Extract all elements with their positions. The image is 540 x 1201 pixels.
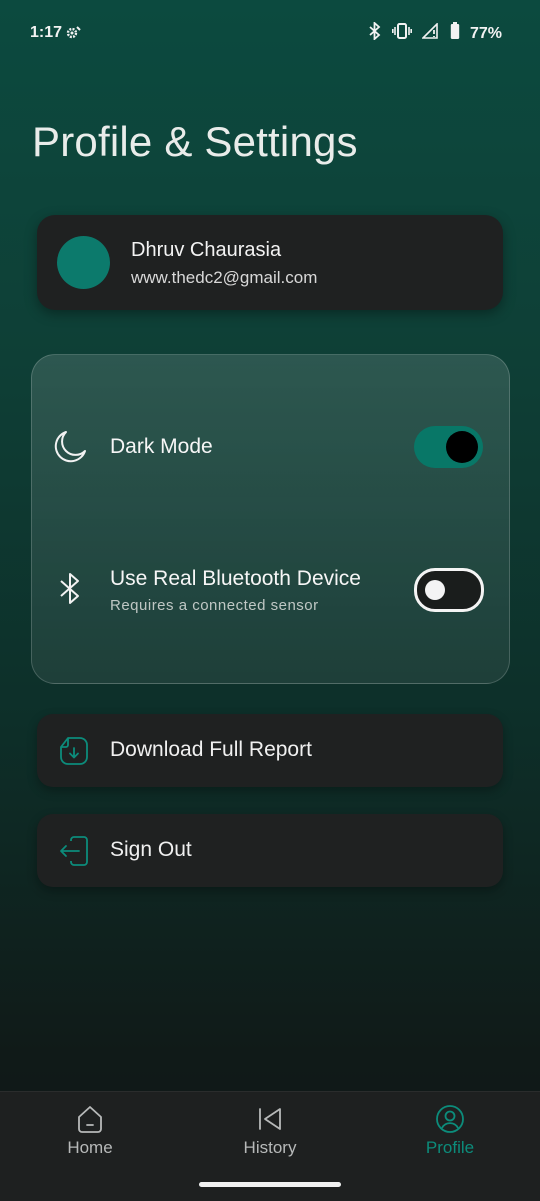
bluetooth-icon [58, 571, 82, 612]
toggle-knob [425, 580, 445, 600]
battery-percent: 77% [469, 24, 502, 42]
download-file-icon [59, 736, 89, 771]
home-icon [75, 1104, 105, 1139]
profile-card[interactable]: Dhruv Chaurasia www.thedc2@gmail.com [37, 215, 503, 310]
nav-history-label: History [243, 1138, 297, 1157]
signal-icon [421, 22, 440, 44]
bluetooth-device-toggle[interactable] [414, 568, 484, 612]
bluetooth-device-subtitle: Requires a connected sensor [110, 597, 319, 614]
avatar [57, 236, 110, 289]
status-icons: 77% [368, 20, 502, 45]
home-indicator[interactable] [199, 1182, 341, 1187]
download-report-label: Download Full Report [110, 738, 312, 761]
toggle-knob [446, 431, 478, 463]
nav-history[interactable]: History [180, 1092, 360, 1172]
vibrate-icon [391, 23, 412, 44]
moon-icon [52, 429, 88, 470]
battery-icon [450, 22, 460, 45]
sign-out-button[interactable]: Sign Out [37, 814, 503, 887]
dark-mode-toggle[interactable] [414, 426, 483, 468]
nav-home-label: Home [67, 1138, 113, 1157]
settings-gear-icon [65, 26, 81, 45]
nav-profile[interactable]: Profile [360, 1092, 540, 1172]
nav-home[interactable]: Home [0, 1092, 180, 1172]
status-bar: 1:17 77% [0, 0, 540, 64]
status-time: 1:17 [30, 24, 63, 41]
profile-icon [435, 1104, 465, 1139]
history-back-icon [255, 1104, 285, 1139]
profile-email: www.thedc2@gmail.com [131, 268, 318, 287]
page-title: Profile & Settings [32, 118, 358, 165]
dark-mode-label: Dark Mode [110, 435, 213, 458]
sign-out-label: Sign Out [110, 838, 192, 861]
nav-profile-label: Profile [425, 1138, 475, 1157]
sign-out-icon [59, 836, 89, 871]
download-report-button[interactable]: Download Full Report [37, 714, 503, 787]
settings-card: Dark Mode Use Real Bluetooth Device Requ… [31, 354, 510, 684]
bluetooth-device-label: Use Real Bluetooth Device [110, 567, 361, 590]
profile-name: Dhruv Chaurasia [131, 239, 282, 261]
bluetooth-icon [368, 20, 382, 45]
